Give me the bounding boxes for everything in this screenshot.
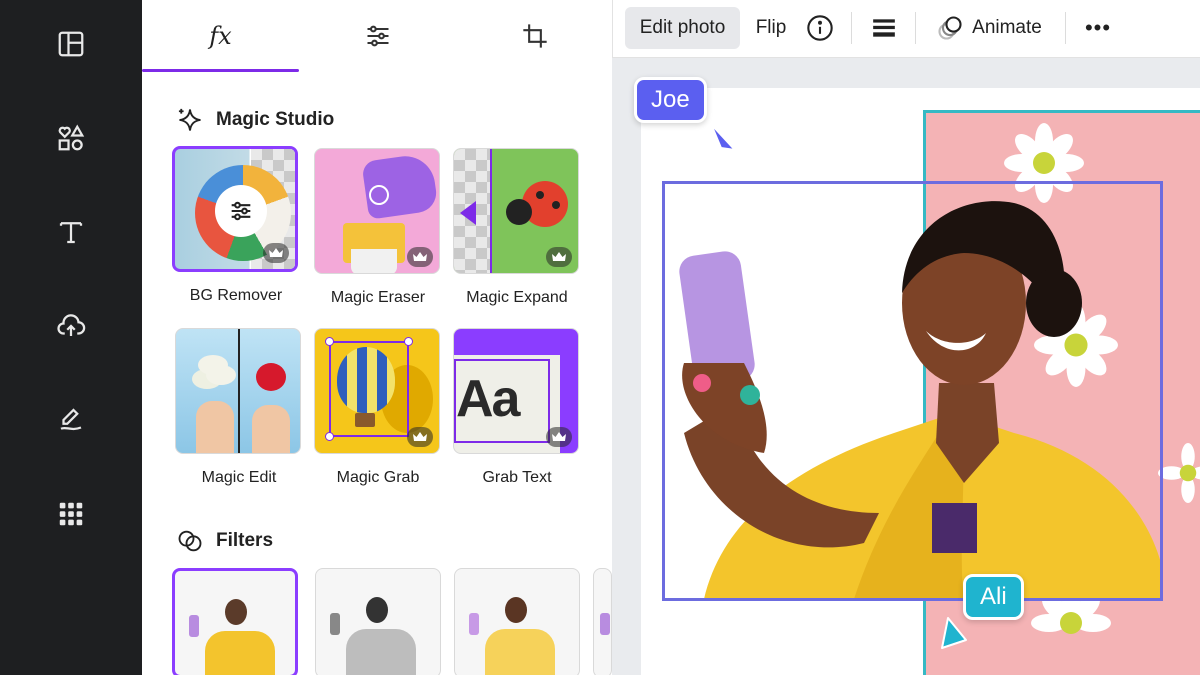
effects-icon: fx	[209, 22, 232, 50]
tool-label: Magic Eraser	[330, 289, 426, 306]
magic-expand-tool[interactable]: Magic Expand	[453, 148, 581, 307]
magic-edit-thumbnail	[175, 328, 301, 454]
info-button[interactable]	[803, 7, 837, 49]
filter-more[interactable]	[593, 568, 612, 675]
panel-tabs: fx	[142, 0, 612, 72]
magic-eraser-thumbnail	[314, 148, 440, 274]
animate-button[interactable]: Animate	[933, 7, 1045, 49]
apps-icon[interactable]	[51, 494, 91, 534]
collaborator-label-joe: Joe	[634, 77, 707, 123]
adjust-badge	[215, 185, 267, 237]
context-toolbar: Edit photo Flip Animate •••	[612, 0, 1200, 58]
tab-adjust[interactable]	[299, 0, 456, 72]
selection-frame[interactable]	[662, 181, 1163, 601]
layout-icon[interactable]	[51, 24, 91, 64]
info-icon	[807, 15, 833, 41]
filter-original[interactable]	[172, 568, 298, 675]
edit-image-panel: fx Magic Studio BG Remover Magic Eraser …	[142, 0, 612, 675]
animate-icon	[938, 16, 962, 40]
filters-icon	[178, 530, 202, 552]
crown-icon	[407, 247, 433, 267]
flip-button[interactable]: Flip	[749, 7, 793, 49]
adjust-icon	[367, 25, 388, 47]
toolbar-divider	[851, 12, 852, 44]
flower-decoration	[1158, 443, 1200, 503]
crown-icon	[407, 427, 433, 447]
crown-icon	[263, 243, 289, 263]
magic-eraser-tool[interactable]: Magic Eraser	[314, 148, 442, 307]
magic-studio-heading: Magic Studio	[176, 106, 334, 134]
magic-grab-thumbnail	[314, 328, 440, 454]
tool-label: Magic Expand	[466, 289, 568, 306]
magic-grab-tool[interactable]: Magic Grab	[314, 328, 442, 487]
animate-label: Animate	[972, 17, 1042, 38]
sparkle-icon	[178, 108, 201, 131]
active-tab-indicator	[142, 69, 299, 72]
collaborator-label-ali: Ali	[963, 574, 1024, 620]
position-button[interactable]	[869, 7, 899, 49]
magic-studio-title: Magic Studio	[216, 109, 335, 130]
crown-icon	[546, 427, 572, 447]
magic-expand-thumbnail	[453, 148, 579, 274]
filter-warm[interactable]	[454, 568, 580, 675]
tab-crop[interactable]	[456, 0, 613, 72]
elements-icon[interactable]	[51, 118, 91, 158]
cursor-pointer-icon	[710, 123, 736, 151]
toolbar-divider	[915, 12, 916, 44]
bg-remover-tool[interactable]: BG Remover	[172, 146, 300, 305]
layers-icon	[873, 19, 895, 37]
adjust-icon	[231, 201, 251, 221]
toolbar-divider	[1065, 12, 1066, 44]
cursor-pointer-icon	[941, 617, 967, 649]
tool-label: Magic Edit	[201, 469, 277, 486]
more-options-button[interactable]: •••	[1081, 7, 1115, 49]
grab-text-thumbnail: Aa	[453, 328, 579, 454]
tool-label: BG Remover	[189, 287, 283, 304]
crop-icon	[522, 24, 547, 48]
tool-label: Magic Grab	[336, 469, 420, 486]
tool-label: Grab Text	[482, 469, 552, 486]
crown-icon	[546, 247, 572, 267]
filters-heading: Filters	[176, 527, 273, 555]
grab-text-tool[interactable]: Aa Grab Text	[453, 328, 581, 487]
grab-text-sample: Aa	[456, 370, 521, 428]
bg-remover-thumbnail	[172, 146, 298, 272]
text-icon[interactable]	[51, 212, 91, 252]
filters-title: Filters	[216, 530, 274, 551]
filter-mono[interactable]	[315, 568, 441, 675]
edit-photo-button[interactable]: Edit photo	[625, 7, 740, 49]
draw-icon[interactable]	[51, 400, 91, 440]
tab-effects[interactable]: fx	[142, 0, 299, 72]
upload-icon[interactable]	[51, 306, 91, 346]
editor-app: fx Magic Studio BG Remover Magic Eraser …	[0, 0, 1200, 675]
left-rail	[0, 0, 142, 675]
magic-edit-tool[interactable]: Magic Edit	[175, 328, 303, 487]
